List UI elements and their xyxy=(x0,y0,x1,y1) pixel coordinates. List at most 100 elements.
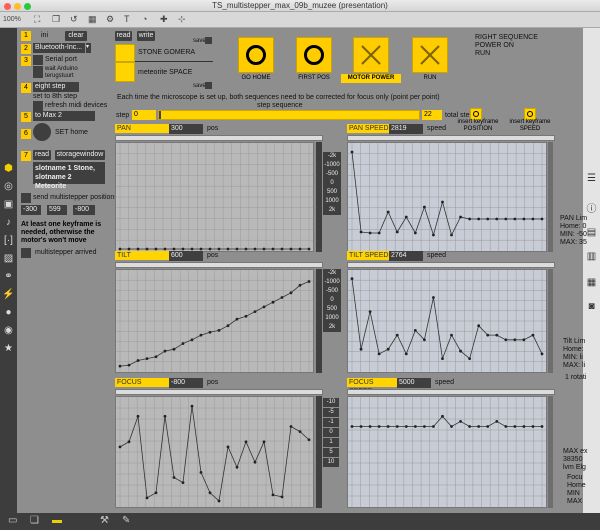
keyframe-point[interactable] xyxy=(386,425,390,428)
keyframe-point[interactable] xyxy=(208,247,212,251)
keyframe-point[interactable] xyxy=(235,317,239,321)
keyframe-point[interactable] xyxy=(172,347,176,351)
keyframe-point[interactable] xyxy=(531,333,535,337)
keyframe-point[interactable] xyxy=(513,425,517,428)
keyframe-point[interactable] xyxy=(217,329,221,332)
pan-curve[interactable] xyxy=(115,142,314,252)
keyframe-point[interactable] xyxy=(244,247,248,251)
columns-icon[interactable]: ▦ xyxy=(585,276,598,289)
keyframe-point[interactable] xyxy=(253,247,257,251)
pan-scale-item[interactable]: -2k xyxy=(323,152,341,161)
focus-scale-track[interactable] xyxy=(316,396,322,508)
keyframe-point[interactable] xyxy=(271,247,275,251)
keyframe-point[interactable] xyxy=(359,347,363,351)
keyframe-point[interactable] xyxy=(181,342,185,345)
tilt-value[interactable]: 600 xyxy=(169,251,203,261)
keyframe-point[interactable] xyxy=(145,357,149,360)
list-icon[interactable]: ☰ xyxy=(585,172,598,185)
tilt-speed-curve[interactable] xyxy=(347,269,547,373)
pan-scale-item[interactable]: 0 xyxy=(323,179,341,188)
tilt-scale-item[interactable]: 2k xyxy=(323,323,341,332)
keyframe-point[interactable] xyxy=(468,217,472,221)
clear-button[interactable]: clear xyxy=(65,31,87,41)
step-slider[interactable] xyxy=(158,110,420,120)
keyframe-point[interactable] xyxy=(359,425,363,428)
chat-icon[interactable]: ▬ xyxy=(52,515,62,526)
midi-out-menu[interactable]: to Max 2 xyxy=(33,111,95,121)
keyframe-point[interactable] xyxy=(459,349,462,353)
keyframe-point[interactable] xyxy=(350,425,354,428)
slider-thumb[interactable] xyxy=(159,111,161,119)
keyframe-point[interactable] xyxy=(127,247,131,251)
font-icon[interactable]: T xyxy=(124,14,130,24)
focus-scale-item[interactable]: -10 xyxy=(323,398,339,407)
keyframe-point[interactable] xyxy=(350,277,354,281)
pan-scale-item[interactable]: -500 xyxy=(323,170,341,179)
storage-read-button[interactable]: read xyxy=(115,31,132,41)
keyframe-point[interactable] xyxy=(280,495,284,499)
zoom-level[interactable]: 100% xyxy=(3,16,21,23)
tilt-scale-item[interactable]: -500 xyxy=(323,287,341,296)
keyframe-point[interactable] xyxy=(377,425,381,428)
step-number[interactable]: 0 xyxy=(132,110,156,120)
pan-speed-value[interactable]: 2819 xyxy=(389,124,423,134)
tilt-scale-item[interactable]: 1000 xyxy=(323,314,341,323)
keyframe-point[interactable] xyxy=(432,233,435,237)
keyframe-point[interactable] xyxy=(540,425,544,428)
keyframe-point[interactable] xyxy=(136,247,140,251)
tilt-scale-item[interactable]: 0 xyxy=(323,296,341,305)
tilt-scale-item[interactable]: -1000 xyxy=(323,278,341,287)
focus-value[interactable]: -800 xyxy=(169,378,203,388)
pointer-icon[interactable]: ⊹ xyxy=(178,14,186,25)
keyframe-point[interactable] xyxy=(289,425,293,428)
keyframe-point[interactable] xyxy=(513,338,517,342)
wrench-tool-icon[interactable]: ✎ xyxy=(122,515,130,526)
slot-1-preset[interactable] xyxy=(115,44,135,62)
keyframe-point[interactable] xyxy=(154,355,158,359)
pan-position-number[interactable]: -300 xyxy=(21,205,41,215)
keyframe-point[interactable] xyxy=(289,291,293,295)
keyframe-point[interactable] xyxy=(262,247,266,251)
keyframe-point[interactable] xyxy=(307,247,311,251)
keyframe-point[interactable] xyxy=(441,200,444,204)
focus-range-slider[interactable] xyxy=(115,389,323,395)
cube-icon[interactable]: ⬢ xyxy=(2,162,15,175)
keyframe-point[interactable] xyxy=(262,440,266,444)
tilt-position-number[interactable]: 599 xyxy=(47,205,67,215)
keyframe-point[interactable] xyxy=(127,363,131,367)
keyframe-point[interactable] xyxy=(513,217,517,221)
storagewindow-button[interactable]: storagewindow xyxy=(55,150,105,160)
keyframe-point[interactable] xyxy=(350,150,354,154)
pan-value[interactable]: 300 xyxy=(169,124,203,134)
chevron-down-icon[interactable]: ▾ xyxy=(86,43,91,53)
focus-curve[interactable] xyxy=(115,396,314,508)
pan-speed-curve[interactable] xyxy=(347,142,547,252)
keyframe-point[interactable] xyxy=(172,247,176,251)
serial-port-menu[interactable]: Bluetooth-Inc... xyxy=(33,43,85,53)
focus-speed-range-slider[interactable] xyxy=(347,389,555,395)
keyframe-point[interactable] xyxy=(413,231,417,235)
keyframe-point[interactable] xyxy=(386,347,390,351)
keyframe-point[interactable] xyxy=(127,440,131,444)
keyframe-point[interactable] xyxy=(413,425,417,428)
star-icon[interactable]: ★ xyxy=(2,342,15,355)
motor-power-button[interactable] xyxy=(353,37,389,73)
keyframe-point[interactable] xyxy=(422,425,426,428)
tilt-range-slider[interactable] xyxy=(115,262,323,268)
keyframe-point[interactable] xyxy=(468,357,472,360)
keyframe-point[interactable] xyxy=(271,493,275,497)
plug-icon[interactable]: ⚡ xyxy=(2,288,15,301)
read-keyframes-button[interactable]: read xyxy=(33,150,51,160)
keyframe-point[interactable] xyxy=(181,481,185,484)
keyframe-point[interactable] xyxy=(486,425,490,428)
keyframe-point[interactable] xyxy=(271,300,275,304)
tilt-speed-range-slider[interactable] xyxy=(347,262,555,268)
keyframe-point[interactable] xyxy=(208,491,212,495)
keyframe-point[interactable] xyxy=(145,496,149,500)
keyframe-point[interactable] xyxy=(504,425,508,428)
storage-write-button[interactable]: write xyxy=(137,31,155,41)
keyframe-point[interactable] xyxy=(531,425,535,428)
keyframe-point[interactable] xyxy=(368,310,372,313)
focus-scale-item[interactable]: 10 xyxy=(323,458,339,467)
focus-scale-item[interactable]: 5 xyxy=(323,448,339,457)
